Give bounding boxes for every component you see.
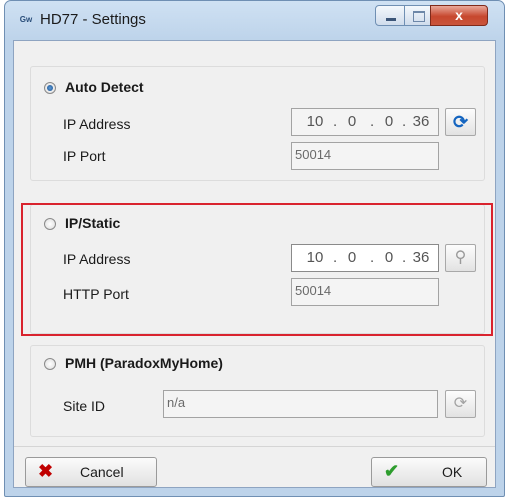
cancel-button[interactable]: ✖ Cancel [25,457,157,487]
ip-octet: 36 [412,113,430,130]
checkmark-icon: ✔ [384,461,400,481]
site-id-value: n/a [167,395,186,410]
static-ip-address-label: IP Address [63,251,131,267]
maximize-icon [413,11,425,22]
ip-dot: . [370,249,375,266]
ip-octet: 0 [384,113,394,130]
search-icon: ⚲ [454,249,467,266]
ip-dot: . [402,249,407,266]
ip-dot: . [370,113,375,130]
refresh-icon: ⟳ [452,112,469,132]
ok-button-label: OK [442,464,463,480]
minimize-icon [386,18,396,21]
auto-ip-address-label: IP Address [63,116,131,132]
pmh-label[interactable]: PMH (ParadoxMyHome) [65,355,223,371]
footer-divider [14,446,495,447]
ip-octet[interactable]: 0 [376,249,402,266]
site-id-label: Site ID [63,398,106,414]
ip-static-label[interactable]: IP/Static [65,215,120,231]
ip-static-radio[interactable] [44,218,56,230]
static-ip-address-field[interactable]: 10 . 0 . 0 . 36 [291,244,439,272]
ip-octet[interactable]: 36 [408,249,434,266]
ip-dot: . [333,249,338,266]
site-id-field: n/a [163,390,438,418]
pmh-refresh-button: ⟳ [445,390,476,418]
ip-static-search-button[interactable]: ⚲ [445,244,476,272]
close-icon: x [455,7,463,23]
auto-ip-port-label: IP Port [63,148,106,164]
auto-ip-port-field: 50014 [291,142,439,170]
auto-detect-radio[interactable] [44,82,56,94]
pmh-radio[interactable] [44,358,56,370]
maximize-button[interactable] [404,5,431,26]
ip-octet[interactable]: 0 [339,249,365,266]
cancel-x-icon: ✖ [38,461,54,481]
ip-octet: 10 [306,113,324,130]
ip-octet: 0 [347,113,357,130]
auto-ip-address-field: 10 . 0 . 0 . 36 [291,108,439,136]
auto-detect-label[interactable]: Auto Detect [65,79,144,95]
auto-ip-port-value: 50014 [295,147,332,162]
window-title: HD77 - Settings [40,11,146,28]
ip-dot: . [402,113,407,130]
ok-button[interactable]: ✔ OK [371,457,487,487]
auto-detect-refresh-button[interactable]: ⟳ [445,108,476,136]
http-port-value: 50014 [295,283,332,298]
cancel-button-label: Cancel [80,464,124,480]
ip-dot: . [333,113,338,130]
close-button[interactable]: x [430,5,488,26]
refresh-icon: ⟳ [453,395,468,412]
http-port-label: HTTP Port [63,286,129,302]
minimize-button[interactable] [375,5,405,26]
ip-octet[interactable]: 10 [302,249,328,266]
http-port-field: 50014 [291,278,439,306]
app-logo-icon: Gw [19,15,33,24]
